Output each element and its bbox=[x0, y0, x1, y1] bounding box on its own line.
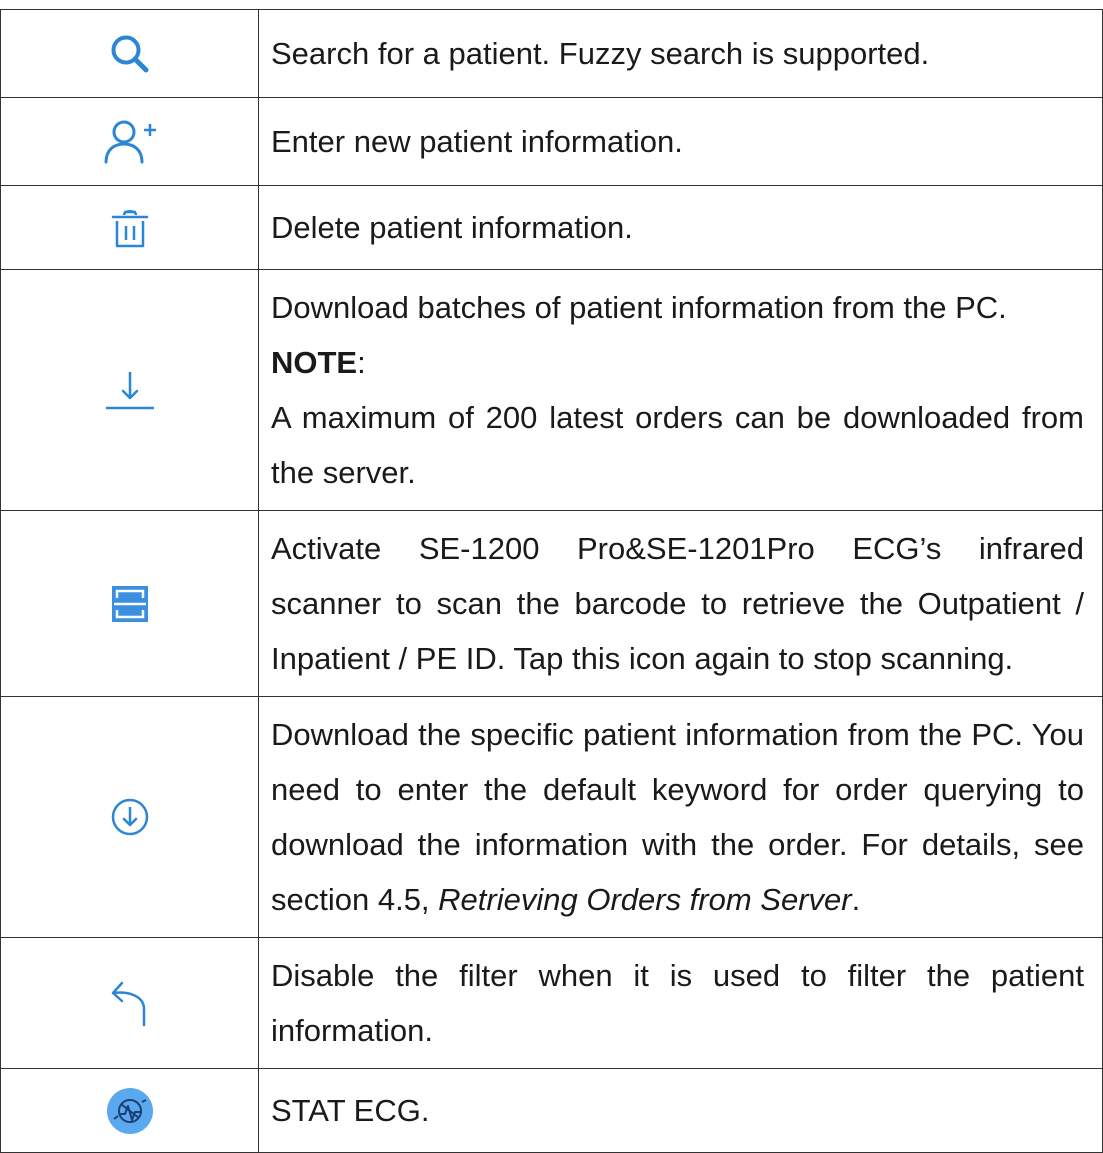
icon-cell bbox=[0, 185, 259, 270]
table-row: Download the specific patient informatio… bbox=[0, 696, 1103, 938]
row-description: Enter new patient information. bbox=[271, 124, 683, 159]
icon-cell bbox=[0, 1068, 259, 1153]
description-cell: Disable the filter when it is used to fi… bbox=[258, 937, 1103, 1069]
description-cell: Delete patient information. bbox=[258, 185, 1103, 270]
description-cell: Activate SE-1200 Pro&SE-1201Pro ECG’s in… bbox=[258, 510, 1103, 697]
row-description: Download the specific patient informatio… bbox=[271, 707, 1084, 927]
download-icon bbox=[105, 372, 154, 410]
trash-icon bbox=[111, 209, 148, 247]
icon-description-table: Search for a patient. Fuzzy search is su… bbox=[0, 9, 1103, 1153]
icon-cell bbox=[0, 937, 259, 1069]
icon-cell bbox=[0, 696, 259, 938]
scan-icon bbox=[111, 585, 148, 622]
row-description: Download batches of patient information … bbox=[271, 290, 1007, 325]
icon-cell bbox=[0, 269, 259, 511]
table-row: Search for a patient. Fuzzy search is su… bbox=[0, 9, 1103, 98]
row-description: Disable the filter when it is used to fi… bbox=[271, 958, 1084, 1048]
row-description: Delete patient information. bbox=[271, 210, 633, 245]
description-cell: Search for a patient. Fuzzy search is su… bbox=[258, 9, 1103, 98]
table-row: Enter new patient information. bbox=[0, 97, 1103, 186]
description-cell: Download the specific patient informatio… bbox=[258, 696, 1103, 938]
table-row: Download batches of patient information … bbox=[0, 269, 1103, 511]
table-row: STAT ECG. bbox=[0, 1068, 1103, 1153]
note-heading: NOTE: bbox=[271, 335, 1084, 390]
description-end: . bbox=[851, 882, 861, 917]
stat-ecg-icon bbox=[106, 1087, 153, 1134]
table-row: Delete patient information. bbox=[0, 185, 1103, 270]
search-icon bbox=[111, 35, 148, 72]
note-colon: : bbox=[357, 345, 366, 380]
table-row: Activate SE-1200 Pro&SE-1201Pro ECG’s in… bbox=[0, 510, 1103, 697]
row-description: STAT ECG. bbox=[271, 1093, 430, 1128]
download-circle-icon bbox=[111, 798, 148, 836]
description-cell: Download batches of patient information … bbox=[258, 269, 1103, 511]
undo-arrow-icon bbox=[111, 981, 145, 1027]
note-label: NOTE bbox=[271, 345, 358, 380]
icon-cell bbox=[0, 9, 259, 98]
table-row: Disable the filter when it is used to fi… bbox=[0, 937, 1103, 1069]
description-cell: Enter new patient information. bbox=[258, 97, 1103, 186]
description-cell: STAT ECG. bbox=[258, 1068, 1103, 1153]
icon-cell bbox=[0, 97, 259, 186]
section-reference: Retrieving Orders from Server bbox=[438, 882, 852, 917]
add-user-icon bbox=[104, 120, 156, 163]
row-description: Activate SE-1200 Pro&SE-1201Pro ECG’s in… bbox=[271, 531, 1084, 676]
note-text: A maximum of 200 latest orders can be do… bbox=[271, 400, 1084, 490]
icon-cell bbox=[0, 510, 259, 697]
row-description: Search for a patient. Fuzzy search is su… bbox=[271, 36, 930, 71]
